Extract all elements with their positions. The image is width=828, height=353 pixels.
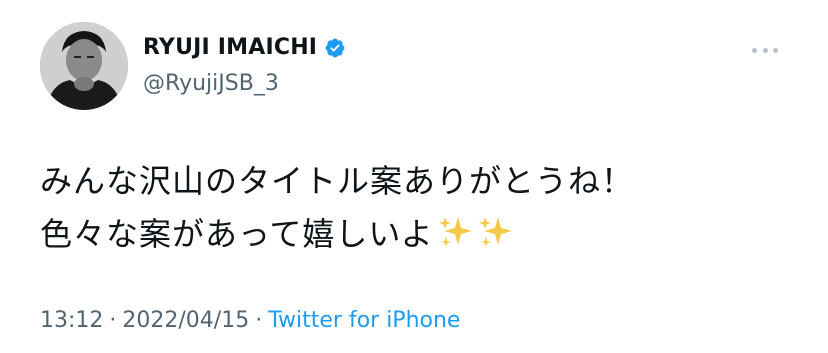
tweet-time[interactable]: 13:12 (40, 306, 103, 336)
tweet-text: みんな沢山のタイトル案ありがとうね！ 色々な案があって嬉しいよ (40, 155, 800, 261)
separator-dot: · (109, 308, 117, 333)
tweet-card: RYUJI IMAICHI @RyujiJSB_3 みんな沢山のタイトル案ありが… (0, 0, 828, 353)
tweet-source-link[interactable]: Twitter for iPhone (268, 306, 460, 336)
tweet-text-line-2-text: 色々な案があって嬉しいよ (40, 215, 434, 253)
tweet-date[interactable]: 2022/04/15 (122, 306, 249, 336)
tweet-text-line-2: 色々な案があって嬉しいよ (40, 208, 800, 261)
avatar[interactable] (40, 22, 128, 110)
author-name-row[interactable]: RYUJI IMAICHI (143, 33, 346, 63)
author-handle[interactable]: @RyujiJSB_3 (143, 69, 279, 99)
dot (752, 47, 757, 53)
separator-dot: · (255, 308, 263, 333)
author-display-name[interactable]: RYUJI IMAICHI (143, 33, 317, 63)
tweet-metadata: 13:12 · 2022/04/15 · Twitter for iPhone (40, 306, 460, 336)
sparkles-icon (436, 213, 474, 251)
more-options-icon[interactable] (752, 40, 778, 60)
dot (762, 47, 768, 53)
sparkles-icon (476, 213, 514, 251)
dot (773, 47, 778, 53)
tweet-text-line-1: みんな沢山のタイトル案ありがとうね！ (40, 162, 635, 200)
verified-badge-icon (324, 37, 346, 59)
